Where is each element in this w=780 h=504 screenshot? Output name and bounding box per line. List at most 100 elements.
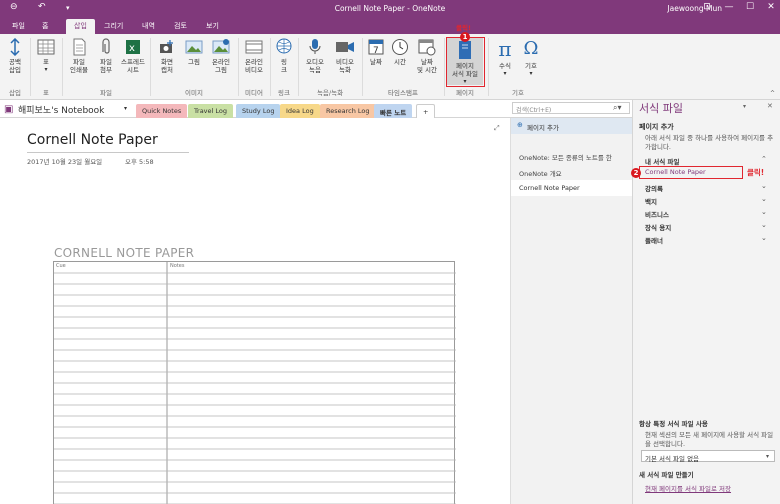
my-templates-collapse-icon[interactable]: ⌃ — [761, 155, 767, 163]
tab-draw[interactable]: 그리기 — [104, 21, 123, 31]
default-template-dropdown[interactable]: 기본 서식 파일 없음 ▾ — [641, 450, 775, 463]
ribbon-display-icon[interactable]: ⊡ — [700, 2, 714, 12]
tab-home[interactable]: 홈 — [42, 21, 48, 31]
search-box[interactable]: 검색(Ctrl+E) ⌕▾ — [512, 102, 630, 114]
search-input[interactable]: 검색(Ctrl+E) — [516, 105, 551, 114]
chevron-down-icon[interactable]: ⌄ — [761, 234, 767, 242]
section-tab-quick-notes[interactable]: Quick Notes — [136, 104, 188, 118]
time-button[interactable]: 시간 — [388, 38, 412, 66]
tab-history[interactable]: 내역 — [142, 21, 155, 31]
spreadsheet-button[interactable]: x 스프레드 시트 — [118, 38, 148, 74]
section-tab-quick-notes-kr[interactable]: 빠른 노트 — [374, 104, 413, 118]
category-decorative[interactable]: 장식 용지 — [645, 222, 671, 232]
tab-file[interactable]: 파일 — [12, 21, 25, 31]
section-tab-travel-log[interactable]: Travel Log — [188, 104, 233, 118]
search-icon[interactable]: ⌕▾ — [613, 103, 622, 113]
section-tab-idea-log[interactable]: Idea Log — [280, 104, 320, 118]
picture-label: 그림 — [188, 58, 200, 66]
page-canvas[interactable]: ⤢ Cornell Note Paper 2017년 10월 23일 월요일 오… — [0, 118, 510, 504]
add-page-label: 페이지 추가 — [527, 124, 559, 132]
clock-icon — [392, 39, 408, 55]
notebook-dropdown-icon[interactable]: ▾ — [124, 105, 127, 112]
category-business[interactable]: 비즈니스 — [645, 209, 669, 219]
paperclip-icon — [102, 38, 110, 54]
category-planners[interactable]: 플래너 — [645, 235, 663, 245]
add-section-button[interactable]: + — [416, 104, 436, 118]
svg-text:7: 7 — [373, 46, 379, 56]
date-label: 날짜 — [370, 58, 382, 66]
picture-button[interactable]: 그림 — [182, 38, 206, 66]
add-page-description: 아래 서식 파일 중 하나를 사용하여 페이지를 추가합니다. — [645, 134, 774, 151]
page-title[interactable]: Cornell Note Paper — [27, 132, 158, 148]
my-templates-heading[interactable]: 내 서식 파일 — [645, 156, 679, 166]
page-list-item-selected[interactable]: Cornell Note Paper — [511, 180, 632, 196]
cornell-grid-lines — [54, 262, 456, 504]
chevron-down-icon[interactable]: ⌄ — [761, 208, 767, 216]
expand-icon[interactable]: ⤢ — [494, 124, 500, 133]
category-blank[interactable]: 백지 — [645, 196, 657, 206]
minimize-icon[interactable]: — — [722, 2, 736, 12]
date-button[interactable]: 7 날짜 — [364, 38, 388, 66]
table-icon — [37, 39, 55, 55]
tab-insert[interactable]: 삽입 — [66, 19, 95, 34]
insert-space-button[interactable]: 공백 삽입 — [2, 38, 28, 74]
ribbon-click-label: 클릭! — [456, 24, 471, 32]
pane-click-label: 클릭! — [747, 168, 765, 177]
record-audio-label: 오디오 녹음 — [306, 58, 324, 74]
notebook-name[interactable]: 해피보노's Notebook — [18, 103, 104, 116]
online-video-button[interactable]: 온라인 비디오 — [240, 38, 268, 74]
insert-space-icon — [10, 38, 20, 56]
notebook-bar: ▣ 해피보노's Notebook ▾ Quick Notes Travel L… — [0, 100, 632, 118]
time-label: 시간 — [394, 58, 406, 66]
pane-close-icon[interactable]: ✕ — [767, 102, 773, 110]
equation-button[interactable]: π 수식 ▾ — [492, 38, 518, 78]
record-audio-button[interactable]: 오디오 녹음 — [300, 38, 330, 74]
film-icon — [245, 40, 263, 54]
symbol-button[interactable]: Ω 기호 ▾ — [518, 38, 544, 78]
record-video-button[interactable]: 비디오 녹화 — [330, 38, 360, 74]
file-printout-label: 파일 인쇄물 — [70, 58, 88, 74]
chevron-down-icon[interactable]: ⌄ — [761, 221, 767, 229]
page-list-item[interactable]: OneNote 개요 — [519, 168, 562, 178]
table-button[interactable]: 표 ▾ — [33, 38, 59, 74]
microphone-icon — [309, 39, 321, 54]
tab-view[interactable]: 보기 — [206, 21, 219, 31]
file-attach-label: 파일 첨부 — [100, 58, 112, 74]
link-button[interactable]: 링 크 — [272, 38, 296, 74]
collapse-ribbon-icon[interactable]: ^ — [770, 90, 775, 97]
template-heading: CORNELL NOTE PAPER — [54, 246, 195, 260]
tab-review[interactable]: 검토 — [174, 21, 187, 31]
section-tab-research-log[interactable]: Research Log — [320, 104, 376, 118]
maximize-icon[interactable]: ☐ — [743, 2, 757, 12]
online-picture-button[interactable]: 온라인 그림 — [206, 38, 236, 74]
always-use-heading: 항상 특정 서식 파일 사용 — [639, 420, 708, 428]
file-printout-button[interactable]: 파일 인쇄물 — [64, 38, 94, 74]
date-time-button[interactable]: 날짜 및 시간 — [412, 38, 442, 74]
page-date: 2017년 10월 23일 월요일 — [27, 158, 103, 166]
save-as-template-link[interactable]: 현재 페이지를 서식 파일로 저장 — [645, 483, 731, 493]
chevron-down-icon[interactable]: ⌄ — [761, 182, 767, 190]
add-page-button[interactable]: ⊕ 페이지 추가 — [511, 118, 632, 134]
step-badge-2: 2 — [631, 168, 641, 178]
close-icon[interactable]: ✕ — [764, 2, 778, 12]
file-attach-button[interactable]: 파일 첨부 — [94, 38, 118, 74]
insert-space-label: 공백 삽입 — [9, 58, 21, 74]
group-label-link: 링크 — [278, 89, 290, 97]
group-label-image: 이미지 — [185, 89, 203, 97]
symbol-label: 기호 — [525, 62, 537, 70]
page-list: ⊕ 페이지 추가 OneNote: 모든 종류의 노트를 한 OneNote 개… — [510, 118, 632, 504]
symbol-dropdown-icon: ▾ — [529, 70, 533, 77]
online-picture-icon — [212, 39, 230, 54]
chevron-down-icon[interactable]: ⌄ — [761, 195, 767, 203]
category-lecture-notes[interactable]: 강의록 — [645, 183, 663, 193]
template-cornell-note-paper[interactable]: Cornell Note Paper — [645, 168, 706, 176]
ribbon-tabs: 파일 홈 삽입 그리기 내역 검토 보기 — [0, 18, 780, 34]
title-bar: ⊖ ↶ ▾ Cornell Note Paper - OneNote Jaewo… — [0, 0, 780, 18]
page-list-item[interactable]: OneNote: 모든 종류의 노트를 한 — [519, 152, 612, 162]
cornell-grid[interactable]: Cue Notes — [53, 261, 456, 504]
section-tab-study-log[interactable]: Study Log — [236, 104, 281, 118]
screen-clipping-button[interactable]: 화면 캡처 — [152, 38, 182, 74]
pane-options-icon[interactable]: ▾ — [743, 103, 746, 110]
dropdown-arrow-icon: ▾ — [766, 453, 770, 460]
file-printout-icon — [73, 38, 86, 56]
